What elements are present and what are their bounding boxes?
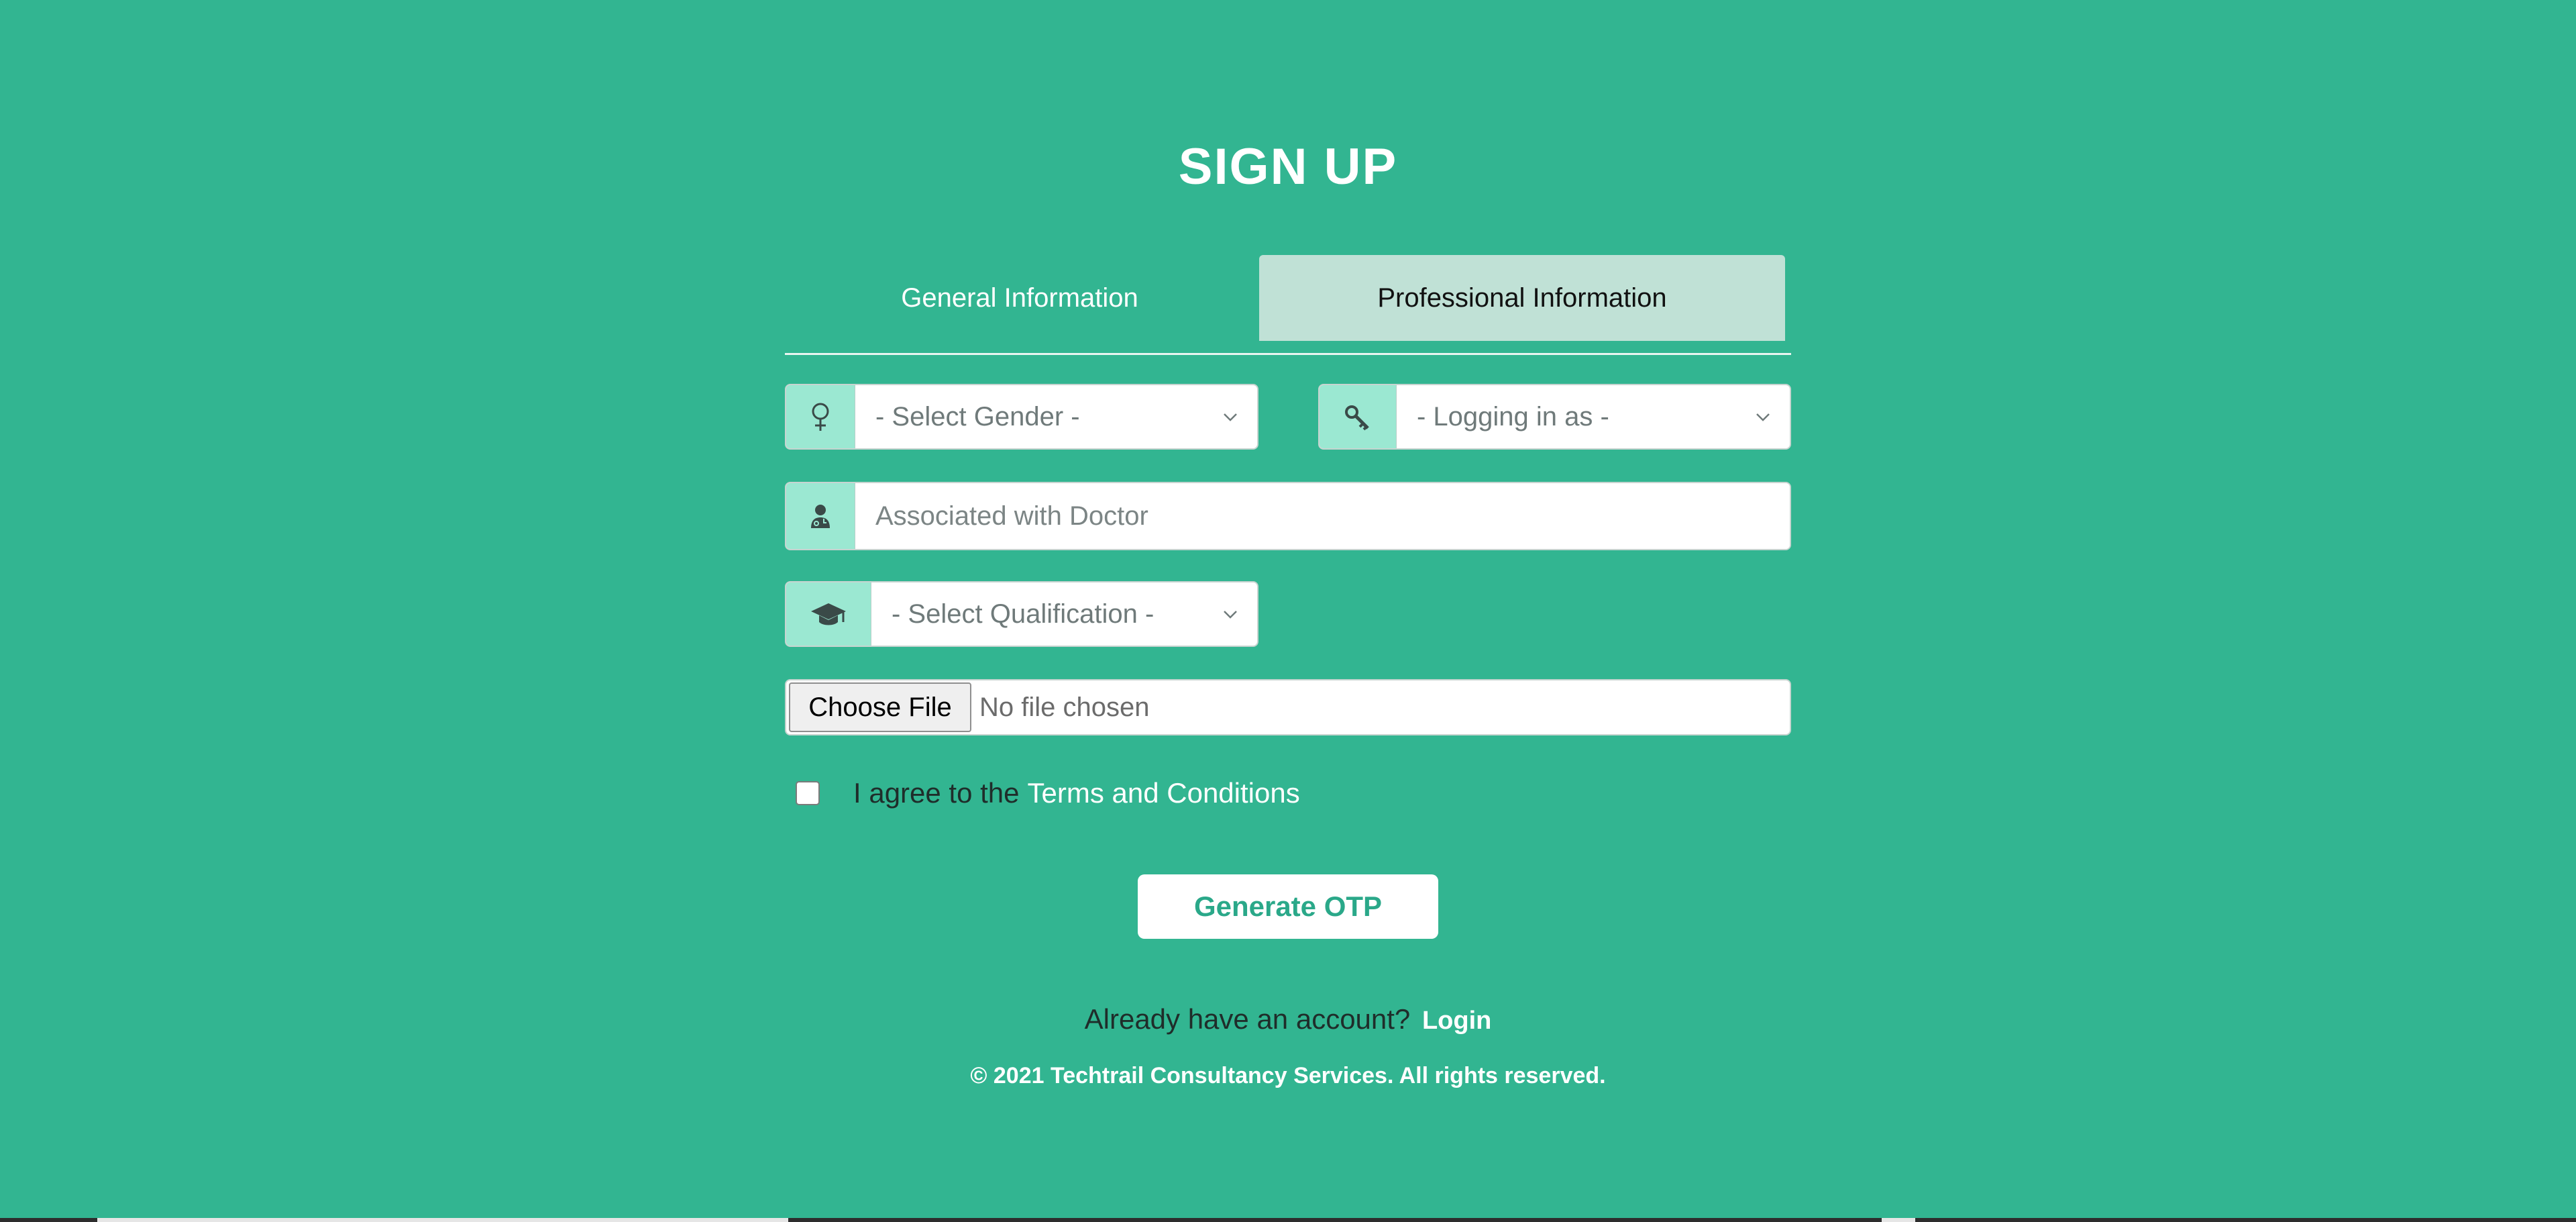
choose-file-button[interactable]: Choose File xyxy=(789,682,971,732)
gender-select-value[interactable]: - Select Gender - xyxy=(855,385,1257,448)
chevron-down-icon xyxy=(1224,611,1237,619)
login-link[interactable]: Login xyxy=(1422,1007,1491,1035)
file-status: No file chosen xyxy=(979,692,1150,722)
graduation-cap-icon xyxy=(786,582,871,646)
key-icon xyxy=(1320,385,1397,448)
chevron-down-icon xyxy=(1756,413,1770,421)
terms-prefix: I agree to the xyxy=(853,777,1020,809)
terms-link[interactable]: Terms and Conditions xyxy=(1028,777,1300,809)
tab-general-information[interactable]: General Information xyxy=(785,255,1254,341)
generate-otp-button[interactable]: Generate OTP xyxy=(1138,874,1438,939)
terms-checkbox[interactable] xyxy=(796,781,820,805)
file-upload-field: Choose File No file chosen xyxy=(785,679,1791,735)
qualification-select-text: - Select Qualification - xyxy=(892,599,1155,629)
strip-segment xyxy=(97,1218,788,1222)
qualification-select[interactable]: - Select Qualification - xyxy=(785,581,1258,647)
login-role-select-text: - Logging in as - xyxy=(1417,401,1609,431)
qualification-select-value[interactable]: - Select Qualification - xyxy=(871,582,1257,646)
tab-professional-information[interactable]: Professional Information xyxy=(1259,255,1785,341)
doctor-field xyxy=(785,482,1791,550)
copyright: © 2021 Techtrail Consultancy Services. A… xyxy=(970,1063,1606,1088)
login-prompt: Already have an account? xyxy=(1084,1003,1411,1035)
tab-bar: General Information Professional Informa… xyxy=(785,255,1791,355)
doctor-input[interactable] xyxy=(855,483,1790,549)
doctor-icon xyxy=(786,483,855,549)
terms-row: I agree to the Terms and Conditions xyxy=(796,777,1300,809)
gender-select-text: - Select Gender - xyxy=(875,401,1080,431)
login-prompt-row: Already have an account? Login xyxy=(0,1003,2576,1035)
gender-select[interactable]: - Select Gender - xyxy=(785,384,1258,450)
female-icon xyxy=(786,385,855,448)
bottom-strip xyxy=(0,1218,2576,1222)
chevron-down-icon xyxy=(1224,413,1237,421)
login-role-select-value[interactable]: - Logging in as - xyxy=(1397,385,1790,448)
page-title: SIGN UP xyxy=(1178,138,1398,195)
strip-segment xyxy=(1882,1218,1915,1222)
login-role-select[interactable]: - Logging in as - xyxy=(1318,384,1791,450)
